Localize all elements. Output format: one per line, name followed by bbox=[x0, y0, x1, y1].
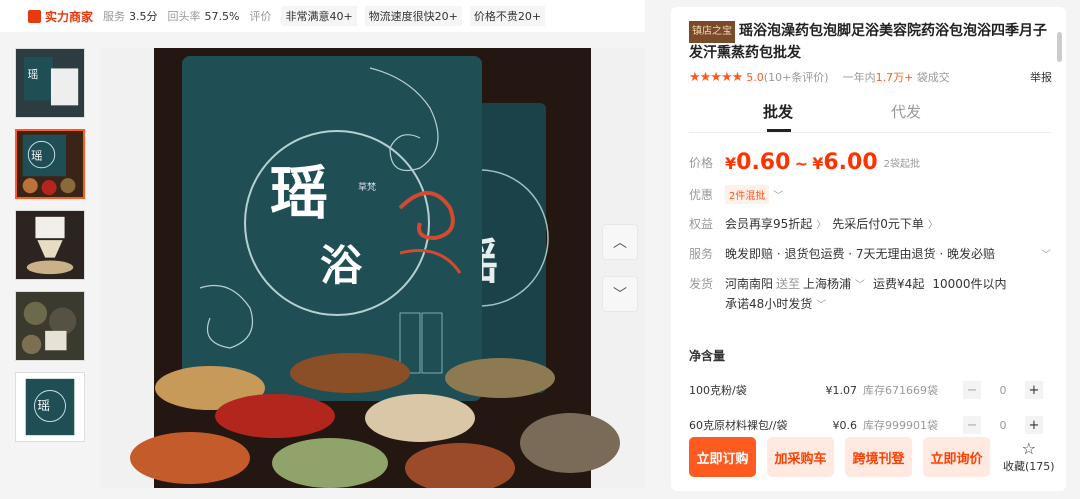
seller-logo-icon bbox=[28, 9, 41, 23]
add-to-cart-button[interactable]: 加采购车 bbox=[767, 437, 834, 477]
product-title: 镇店之宝 瑶浴泡澡药包泡脚足浴美容院药浴包泡浴四季月子发汗熏蒸药包批发 bbox=[689, 21, 1047, 61]
chevron-right-icon: 〉 bbox=[816, 220, 827, 231]
price-range: ¥0.60 ~ ¥6.00 bbox=[725, 150, 878, 175]
spec-row: 100克粉/袋 ¥1.07 库存671669袋 − 0 + bbox=[689, 378, 1051, 402]
increase-button[interactable]: + bbox=[1025, 416, 1043, 434]
shipping-row: 发货 河南南阳 送至 上海杨浦 ﹀ 运费¥4起 10000件以内 bbox=[689, 275, 1007, 292]
thumbnail-selected[interactable]: 瑶 bbox=[15, 129, 85, 199]
discount-tag[interactable]: 2件混批 bbox=[725, 185, 770, 204]
increase-button[interactable]: + bbox=[1025, 381, 1043, 399]
chevron-right-icon: 〉 bbox=[927, 220, 938, 231]
chevron-down-icon[interactable]: ﹀ bbox=[855, 276, 865, 291]
action-bar: 立即订购 加采购车 跨境刊登 立即询价 ☆ 收藏(175) bbox=[689, 437, 1055, 477]
chevron-down-icon[interactable]: ﹀ bbox=[773, 187, 783, 202]
tab-dropship[interactable]: 代发 bbox=[891, 101, 921, 122]
image-next-button[interactable]: ﹀ bbox=[602, 276, 638, 312]
service-score: 服务 3.5分 bbox=[103, 10, 158, 23]
quantity-input[interactable]: 0 bbox=[981, 419, 1025, 432]
cross-border-listing-button[interactable]: 跨境刊登 bbox=[845, 437, 912, 477]
review-label: 评价 bbox=[249, 10, 272, 23]
thumbnail[interactable]: 瑶 bbox=[15, 372, 85, 442]
divider bbox=[689, 132, 1051, 133]
svg-text:瑶: 瑶 bbox=[37, 398, 50, 413]
inquiry-button[interactable]: 立即询价 bbox=[923, 437, 990, 477]
chevron-down-icon[interactable]: ﹀ bbox=[1041, 246, 1051, 261]
discount-row: 优惠 2件混批 ﹀ bbox=[689, 185, 783, 204]
order-now-button[interactable]: 立即订购 bbox=[689, 437, 756, 477]
thumbnail[interactable] bbox=[15, 291, 85, 361]
rating-row: ★★★★★ 5.0 (10+条评价) 一年内1.7万+ 袋成交 bbox=[689, 69, 950, 85]
price-row: 价格 ¥0.60 ~ ¥6.00 2袋起批 bbox=[689, 150, 920, 175]
review-tag: 非常满意40+ bbox=[281, 6, 357, 26]
image-prev-button[interactable]: ︿ bbox=[602, 224, 638, 260]
product-info-panel: 镇店之宝 瑶浴泡澡药包泡脚足浴美容院药浴包泡浴四季月子发汗熏蒸药包批发 ★★★★★… bbox=[671, 7, 1066, 491]
quantity-stepper: − 0 + bbox=[963, 416, 1043, 434]
svg-text:浴: 浴 bbox=[320, 241, 363, 290]
thumbnail[interactable]: 瑶 bbox=[15, 48, 85, 118]
svg-text:瑶: 瑶 bbox=[28, 68, 39, 81]
member-discount-link[interactable]: 会员再享95折起 bbox=[725, 215, 812, 232]
stock-range: 10000件以内 bbox=[932, 277, 1007, 291]
rights-row: 权益 会员再享95折起 〉 先采后付0元下单 〉 bbox=[689, 215, 938, 232]
service-guarantees: 晚发即赔 · 退货包运费 · 7天无理由退货 · 晚发必赔 bbox=[725, 247, 995, 261]
shipping-fee: 运费¥4起 bbox=[873, 277, 925, 291]
pay-later-link[interactable]: 先采后付0元下单 bbox=[832, 215, 924, 232]
delivery-promise: 承诺48小时发货 ﹀ bbox=[725, 296, 827, 311]
spec-title: 净含量 bbox=[689, 349, 726, 363]
quantity-stepper: − 0 + bbox=[963, 381, 1043, 399]
spec-row: 60克原材料裸包//袋 ¥0.6 库存999901袋 − 0 + bbox=[689, 413, 1051, 437]
star-outline-icon: ☆ bbox=[1021, 439, 1036, 458]
service-row: 服务 晚发即赔 · 退货包运费 · 7天无理由退货 · 晚发必赔 ﹀ bbox=[689, 246, 1051, 261]
decrease-button[interactable]: − bbox=[963, 381, 981, 399]
scrollbar[interactable] bbox=[1057, 32, 1062, 62]
purchase-mode-tabs: 批发 代发 bbox=[763, 101, 1019, 132]
svg-text:瑶: 瑶 bbox=[31, 149, 42, 162]
seller-badge[interactable]: 实力商家 bbox=[28, 8, 93, 25]
min-order: 2袋起批 bbox=[883, 159, 920, 170]
shop-info-bar: 实力商家 服务 3.5分 回头率 57.5% 评价 非常满意40+ 物流速度很快20… bbox=[0, 0, 645, 32]
chevron-up-icon: ︿ bbox=[613, 235, 627, 251]
ship-from: 河南南阳 bbox=[725, 277, 774, 291]
store-treasure-badge: 镇店之宝 bbox=[689, 21, 735, 43]
decrease-button[interactable]: − bbox=[963, 416, 981, 434]
review-count-link[interactable]: (10+条评价) bbox=[764, 69, 829, 85]
thumbnail[interactable] bbox=[15, 210, 85, 280]
chevron-down-icon: ﹀ bbox=[613, 287, 627, 303]
thumbnail-list: 瑶 瑶 瑶 bbox=[15, 48, 85, 453]
sold-count: 一年内1.7万+ 袋成交 bbox=[842, 71, 950, 84]
star-rating-icon: ★★★★★ bbox=[689, 69, 743, 85]
product-main-image: 瑶 瑶 浴 草梵 bbox=[100, 48, 645, 488]
package-brand-text: 瑶 bbox=[270, 159, 328, 227]
report-link[interactable]: 举报 bbox=[1030, 69, 1052, 85]
review-tag: 价格不贵20+ bbox=[469, 6, 546, 26]
quantity-input[interactable]: 0 bbox=[981, 384, 1025, 397]
review-tag: 物流速度很快20+ bbox=[364, 6, 462, 26]
ship-to-select[interactable]: 上海杨浦 bbox=[803, 275, 851, 292]
repeat-rate: 回头率 57.5% bbox=[167, 10, 240, 23]
svg-text:草梵: 草梵 bbox=[358, 181, 376, 193]
spec-selector: 净含量 100克粉/袋 ¥1.07 库存671669袋 − 0 + 60克原材料… bbox=[689, 347, 1051, 448]
tab-wholesale[interactable]: 批发 bbox=[763, 101, 793, 132]
favorite-button[interactable]: ☆ 收藏(175) bbox=[1003, 440, 1055, 474]
chevron-down-icon[interactable]: ﹀ bbox=[816, 296, 826, 311]
